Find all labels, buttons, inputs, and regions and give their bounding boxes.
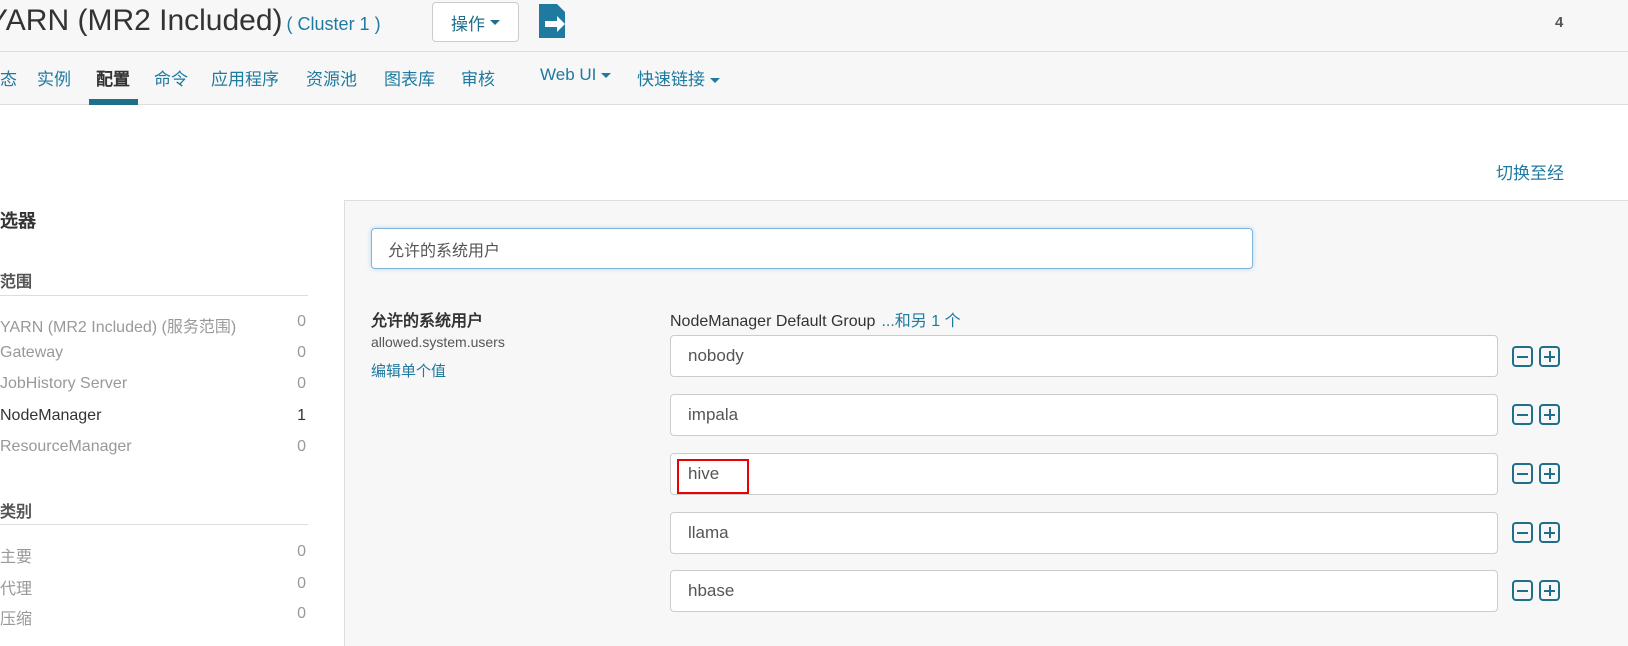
filter-label: YARN (MR2 Included) (服务范围) xyxy=(0,319,237,336)
tab-charts[interactable]: 图表库 xyxy=(384,65,435,90)
property-label: 允许的系统用户 xyxy=(371,313,484,330)
active-tab-indicator xyxy=(89,99,138,105)
property-key: allowed.system.users xyxy=(371,334,505,350)
filter-item[interactable]: JobHistory Server 0 xyxy=(0,375,308,393)
filter-item[interactable]: NodeManager 1 xyxy=(0,407,308,425)
minus-icon[interactable] xyxy=(1512,580,1533,601)
filter-item[interactable]: 主要 0 xyxy=(0,543,308,567)
caret-down-icon xyxy=(490,19,500,25)
minus-icon[interactable] xyxy=(1512,522,1533,543)
divider xyxy=(0,524,308,525)
actions-dropdown[interactable]: 操作 xyxy=(432,2,519,42)
date-text: 4 xyxy=(1555,14,1564,31)
switch-view-link[interactable]: 切换至经 xyxy=(1496,159,1564,184)
filter-count: 1 xyxy=(297,407,306,424)
filter-count: 0 xyxy=(297,575,306,592)
tab-status[interactable]: 态 xyxy=(0,65,17,90)
filter-item[interactable]: ResourceManager 0 xyxy=(0,438,308,456)
filter-count: 0 xyxy=(297,344,306,361)
filter-item[interactable]: 代理 0 xyxy=(0,575,308,599)
quick-links-dropdown[interactable]: 快速链接 xyxy=(637,65,720,90)
value-input[interactable]: llama xyxy=(670,512,1498,554)
highlight-box xyxy=(677,459,749,494)
filter-label: 压缩 xyxy=(0,611,33,628)
filter-label: 主要 xyxy=(0,549,33,566)
minus-icon[interactable] xyxy=(1512,346,1533,367)
plus-icon[interactable] xyxy=(1539,404,1560,425)
quick-links-label: 快速链接 xyxy=(637,70,705,89)
filter-count: 0 xyxy=(297,543,306,560)
plus-icon[interactable] xyxy=(1539,522,1560,543)
filter-count: 0 xyxy=(297,438,306,455)
filter-item[interactable]: 压缩 0 xyxy=(0,605,308,629)
tab-commands[interactable]: 命令 xyxy=(154,65,188,90)
service-title: YARN (MR2 Included)( Cluster 1 ) xyxy=(0,4,381,38)
role-group: NodeManager Default Group ...和另 1 个 xyxy=(670,307,961,331)
filter-label: JobHistory Server xyxy=(0,375,128,392)
filters-title: 选器 xyxy=(0,211,36,231)
tab-configuration[interactable]: 配置 xyxy=(96,65,130,90)
service-header: YARN (MR2 Included)( Cluster 1 ) 操作 4 xyxy=(0,0,1628,52)
filter-count: 0 xyxy=(297,313,306,330)
filter-count: 0 xyxy=(297,605,306,622)
tab-applications[interactable]: 应用程序 xyxy=(211,65,279,90)
value-input[interactable]: nobody xyxy=(670,335,1498,377)
tab-audit[interactable]: 审核 xyxy=(461,65,495,90)
filter-item[interactable]: YARN (MR2 Included) (服务范围) 0 xyxy=(0,313,308,337)
filter-label: NodeManager xyxy=(0,407,102,424)
caret-down-icon xyxy=(601,73,612,79)
actions-label: 操作 xyxy=(451,14,485,34)
value-input[interactable]: hive xyxy=(670,453,1498,495)
web-ui-label: Web UI xyxy=(540,65,597,84)
value-input[interactable]: hbase xyxy=(670,570,1498,612)
service-name: YARN (MR2 Included) xyxy=(0,4,283,37)
filter-item[interactable]: Gateway 0 xyxy=(0,344,308,362)
more-groups-link[interactable]: ...和另 1 个 xyxy=(881,313,960,330)
plus-icon[interactable] xyxy=(1539,463,1560,484)
minus-icon[interactable] xyxy=(1512,404,1533,425)
value-input[interactable]: impala xyxy=(670,394,1498,436)
group-name: NodeManager Default Group xyxy=(670,313,876,330)
config-search-input[interactable] xyxy=(371,228,1253,269)
category-heading: 类别 xyxy=(0,504,33,521)
filter-label: ResourceManager xyxy=(0,438,132,455)
service-nav: 态 实例 配置 命令 应用程序 资源池 图表库 审核 Web UI 快速链接 xyxy=(0,52,1628,105)
cluster-link[interactable]: ( Cluster 1 ) xyxy=(287,14,381,34)
edit-individual-values-link[interactable]: 编辑单个值 xyxy=(371,360,446,381)
tab-resource-pools[interactable]: 资源池 xyxy=(306,65,357,90)
web-ui-dropdown[interactable]: Web UI xyxy=(540,65,612,85)
tab-instances[interactable]: 实例 xyxy=(37,65,71,90)
scope-heading: 范围 xyxy=(0,274,33,291)
plus-icon[interactable] xyxy=(1539,346,1560,367)
caret-down-icon xyxy=(710,78,720,84)
filter-label: 代理 xyxy=(0,581,33,598)
divider xyxy=(0,295,308,296)
plus-icon[interactable] xyxy=(1539,580,1560,601)
export-icon[interactable] xyxy=(537,4,567,38)
minus-icon[interactable] xyxy=(1512,463,1533,484)
filter-count: 0 xyxy=(297,375,306,392)
filter-label: Gateway xyxy=(0,344,64,361)
